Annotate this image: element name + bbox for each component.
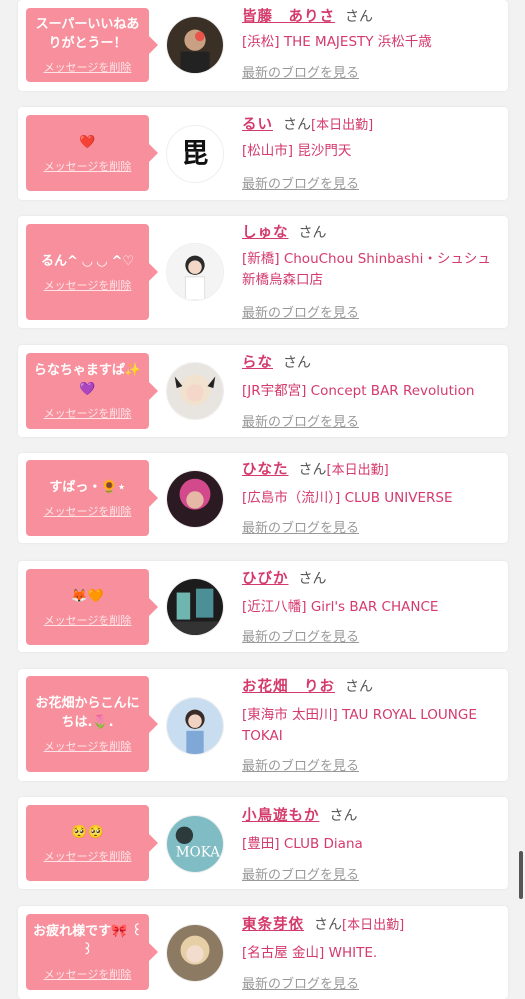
- message-card: スーパーいいねありがとうー！ メッセージを削除 皆藤 ありさ さん [浜松] TH…: [18, 0, 508, 91]
- honorific: さん: [298, 571, 327, 587]
- honorific: さん: [283, 355, 311, 371]
- delete-message-link[interactable]: メッセージを削除: [44, 59, 132, 75]
- honorific: さん: [314, 917, 342, 933]
- message-bubble: お疲れ様です🎀 ꒰ ꒱ メッセージを削除: [26, 914, 158, 990]
- message-text: すばっ・🌻⋆: [49, 479, 126, 495]
- profile-name-link[interactable]: 皆藤 ありさ: [242, 9, 335, 25]
- avatar[interactable]: MOKA: [166, 815, 224, 873]
- message-card: 🦊🧡 メッセージを削除 ひびか さん [近江八幡] Girl's BAR CHAN…: [18, 561, 508, 652]
- working-today-badge: [本日出勤]: [326, 463, 389, 478]
- latest-blog-link[interactable]: 最新のブログを見る: [242, 517, 359, 536]
- message-bubble: お花畑からこんにちは.🌷. メッセージを削除: [26, 676, 158, 772]
- profile-name-link[interactable]: 東条芽依: [242, 917, 304, 933]
- message-bubble: らなちゃますぱ✨💜 メッセージを削除: [26, 353, 158, 429]
- honorific: さん: [298, 462, 327, 478]
- latest-blog-link[interactable]: 最新のブログを見る: [242, 173, 359, 192]
- latest-blog-link[interactable]: 最新のブログを見る: [242, 626, 359, 645]
- delete-message-link[interactable]: メッセージを削除: [44, 738, 132, 754]
- shop-link[interactable]: [松山市] 昆沙門天: [242, 141, 351, 162]
- message-text: るん^ ◡ ◡ ^♡: [40, 253, 134, 269]
- message-card: すばっ・🌻⋆ メッセージを削除 ひなた さん[本日出勤] [広島市（流川）] CL…: [18, 453, 508, 543]
- latest-blog-link[interactable]: 最新のブログを見る: [242, 973, 359, 992]
- delete-message-link[interactable]: メッセージを削除: [44, 405, 132, 421]
- avatar-text: MOKA: [176, 845, 220, 861]
- shop-link[interactable]: [近江八幡] Girl's BAR CHANCE: [242, 597, 438, 618]
- message-card: 🥺🥺 メッセージを削除 MOKA 小鳥遊もか さん [豊田] CLUB Diana…: [18, 797, 508, 889]
- message-text: らなちゃますぱ✨💜: [33, 363, 142, 397]
- avatar[interactable]: [166, 697, 224, 755]
- working-today-badge: [本日出勤]: [311, 118, 374, 133]
- message-card: るん^ ◡ ◡ ^♡ メッセージを削除 しゅな さん [新橋] ChouChou …: [18, 216, 508, 328]
- message-bubble: 🥺🥺 メッセージを削除: [26, 805, 158, 881]
- message-text: 🦊🧡: [71, 588, 104, 604]
- delete-message-link[interactable]: メッセージを削除: [44, 503, 132, 519]
- delete-message-link[interactable]: メッセージを削除: [44, 966, 132, 982]
- message-text: ❤️: [79, 134, 96, 150]
- message-text: スーパーいいねありがとうー！: [35, 17, 140, 51]
- shop-link[interactable]: [浜松] THE MAJESTY 浜松千歳: [242, 32, 432, 53]
- message-card: お疲れ様です🎀 ꒰ ꒱ メッセージを削除 東条芽依 さん[本日出勤] [名古屋 金…: [18, 906, 508, 999]
- delete-message-link[interactable]: メッセージを削除: [44, 277, 132, 293]
- shop-link[interactable]: [広島市（流川）] CLUB UNIVERSE: [242, 488, 453, 509]
- delete-message-link[interactable]: メッセージを削除: [44, 158, 132, 174]
- avatar[interactable]: [166, 16, 224, 74]
- honorific: さん: [345, 679, 373, 695]
- avatar[interactable]: 毘: [166, 125, 224, 183]
- latest-blog-link[interactable]: 最新のブログを見る: [242, 302, 359, 321]
- latest-blog-link[interactable]: 最新のブログを見る: [242, 864, 359, 883]
- delete-message-link[interactable]: メッセージを削除: [44, 848, 132, 864]
- message-bubble: スーパーいいねありがとうー！ メッセージを削除: [26, 8, 158, 82]
- scrollbar[interactable]: [519, 851, 523, 899]
- avatar[interactable]: [166, 470, 224, 528]
- avatar[interactable]: [166, 362, 224, 420]
- latest-blog-link[interactable]: 最新のブログを見る: [242, 755, 359, 774]
- message-card: お花畑からこんにちは.🌷. メッセージを削除 お花畑 りお さん [東海市 太田川…: [18, 669, 508, 781]
- message-text: お疲れ様です🎀 ꒰ ꒱: [33, 924, 142, 958]
- svg-text:毘: 毘: [181, 139, 208, 170]
- profile-name-link[interactable]: 小鳥遊もか: [242, 808, 320, 824]
- message-bubble: ❤️ メッセージを削除: [26, 115, 158, 191]
- profile-name-link[interactable]: ひびか: [242, 571, 289, 587]
- shop-link[interactable]: [東海市 太田川] TAU ROYAL LOUNGE TOKAI: [242, 705, 502, 747]
- honorific: さん: [329, 808, 358, 824]
- latest-blog-link[interactable]: 最新のブログを見る: [242, 411, 359, 430]
- shop-link[interactable]: [新橋] ChouChou Shinbashi・シュシュ新橋烏森口店: [242, 249, 502, 291]
- message-text: お花畑からこんにちは.🌷.: [35, 696, 140, 730]
- working-today-badge: [本日出勤]: [342, 918, 405, 933]
- shop-link[interactable]: [豊田] CLUB Diana: [242, 834, 363, 855]
- message-bubble: るん^ ◡ ◡ ^♡ メッセージを削除: [26, 224, 158, 320]
- message-card: らなちゃますぱ✨💜 メッセージを削除 らな さん [JR宇都宮] Concept …: [18, 345, 508, 437]
- message-bubble: すばっ・🌻⋆ メッセージを削除: [26, 460, 158, 536]
- message-text: 🥺🥺: [71, 824, 104, 840]
- avatar[interactable]: [166, 243, 224, 301]
- profile-name-link[interactable]: るい: [242, 117, 273, 133]
- delete-message-link[interactable]: メッセージを削除: [44, 612, 132, 628]
- shop-link[interactable]: [名古屋 金山] WHITE.: [242, 943, 377, 964]
- message-card: ❤️ メッセージを削除 毘 るい さん[本日出勤] [松山市] 昆沙門天 最新のブ…: [18, 107, 508, 200]
- message-bubble: 🦊🧡 メッセージを削除: [26, 569, 158, 645]
- avatar[interactable]: [166, 578, 224, 636]
- honorific: さん: [298, 225, 327, 241]
- shop-link[interactable]: [JR宇都宮] Concept BAR Revolution: [242, 381, 474, 402]
- profile-name-link[interactable]: らな: [242, 355, 273, 371]
- profile-name-link[interactable]: ひなた: [242, 462, 289, 478]
- profile-name-link[interactable]: お花畑 りお: [242, 679, 335, 695]
- latest-blog-link[interactable]: 最新のブログを見る: [242, 62, 359, 81]
- honorific: さん: [283, 117, 311, 133]
- avatar[interactable]: [166, 924, 224, 982]
- message-list: スーパーいいねありがとうー！ メッセージを削除 皆藤 ありさ さん [浜松] TH…: [0, 0, 525, 999]
- honorific: さん: [345, 9, 373, 25]
- profile-name-link[interactable]: しゅな: [242, 225, 289, 241]
